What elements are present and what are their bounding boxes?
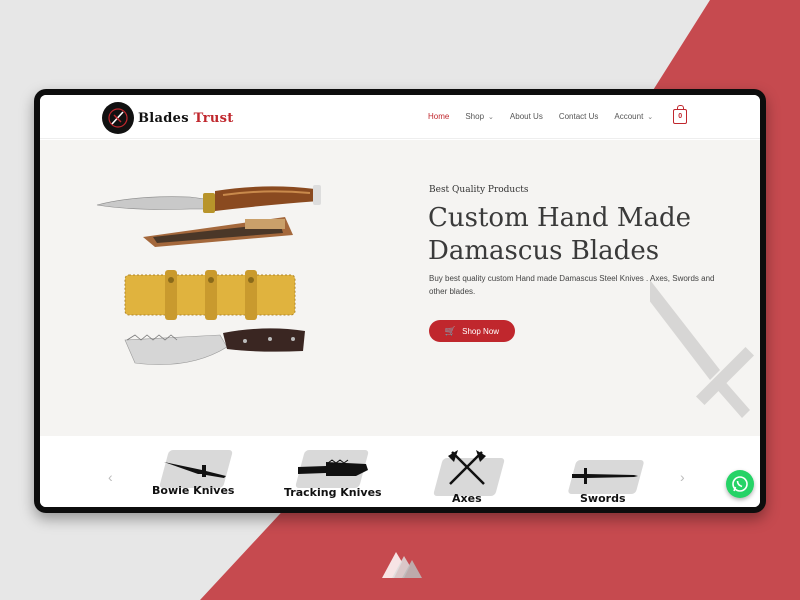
hero-headline: Custom Hand Made Damascus Blades bbox=[428, 203, 691, 266]
bowie-knife-icon bbox=[164, 462, 226, 478]
cart-count: 0 bbox=[678, 113, 683, 120]
brand-watermark-icon bbox=[382, 552, 422, 578]
shopping-cart-icon: 🛒 bbox=[444, 325, 457, 336]
sword-icon bbox=[572, 468, 638, 484]
top-navbar: Blades Trust Home Shop ⌄ About Us Contact… bbox=[40, 95, 760, 139]
nav-contact-label: Contact Us bbox=[558, 112, 599, 121]
hero-description: Buy best quality custom Hand made Damasc… bbox=[429, 274, 715, 296]
category-item-bowie-knives[interactable]: Bowie Knives bbox=[152, 448, 242, 504]
nav-home[interactable]: Home bbox=[428, 112, 449, 121]
shop-now-button[interactable]: 🛒 Shop Now bbox=[429, 320, 515, 342]
main-nav: Home Shop ⌄ About Us Contact Us Account ⌄ … bbox=[428, 105, 688, 124]
cart-bag-icon[interactable]: 0 bbox=[673, 105, 688, 124]
logo-word-2: Trust bbox=[193, 110, 234, 126]
category-label: Bowie Knives bbox=[152, 484, 235, 497]
nav-account-label: Account bbox=[614, 112, 644, 121]
hero-section: Best Quality Products Custom Hand Made D… bbox=[40, 140, 760, 436]
leather-sheath-1-icon bbox=[143, 217, 293, 247]
nav-home-label: Home bbox=[428, 112, 450, 121]
whatsapp-icon bbox=[732, 476, 748, 492]
category-label: Tracking Knives bbox=[284, 486, 382, 499]
whatsapp-chat-button[interactable] bbox=[726, 470, 754, 498]
nav-contact-us[interactable]: Contact Us bbox=[559, 112, 599, 121]
damascus-knife-1-icon bbox=[96, 185, 321, 213]
nav-about-label: About Us bbox=[509, 112, 543, 121]
carousel-prev-arrow-icon[interactable]: ‹ bbox=[108, 469, 113, 485]
chevron-down-icon: ⌄ bbox=[488, 113, 494, 121]
category-label: Axes bbox=[452, 492, 482, 505]
category-item-swords[interactable]: Swords bbox=[566, 448, 646, 507]
crossed-axes-icon bbox=[448, 450, 486, 485]
nav-shop-label: Shop bbox=[465, 112, 485, 121]
hero-product-image bbox=[96, 185, 321, 365]
logo-word-1: Blades bbox=[138, 110, 189, 126]
category-label: Swords bbox=[580, 492, 626, 505]
hero-tagline: Best Quality Products bbox=[429, 185, 529, 195]
category-item-axes[interactable]: Axes bbox=[432, 448, 506, 507]
carousel-next-arrow-icon[interactable]: › bbox=[680, 469, 685, 485]
category-carousel: ‹ Bowie Knives Tracking Knives Axes Swor… bbox=[40, 436, 760, 507]
nav-about-us[interactable]: About Us bbox=[510, 112, 543, 121]
tracker-knife-icon bbox=[124, 328, 305, 365]
site-logo[interactable]: Blades Trust bbox=[102, 102, 234, 134]
logo-emblem-icon bbox=[102, 102, 134, 134]
yellow-sheath-icon bbox=[124, 270, 296, 320]
nav-account[interactable]: Account ⌄ bbox=[614, 112, 653, 121]
tracking-knife-icon bbox=[298, 459, 368, 476]
shop-now-label: Shop Now bbox=[462, 326, 500, 336]
nav-shop[interactable]: Shop ⌄ bbox=[465, 112, 494, 121]
chevron-down-icon: ⌄ bbox=[647, 113, 654, 121]
website-screen: Blades Trust Home Shop ⌄ About Us Contact… bbox=[40, 95, 760, 507]
category-item-tracking-knives[interactable]: Tracking Knives bbox=[282, 448, 382, 504]
